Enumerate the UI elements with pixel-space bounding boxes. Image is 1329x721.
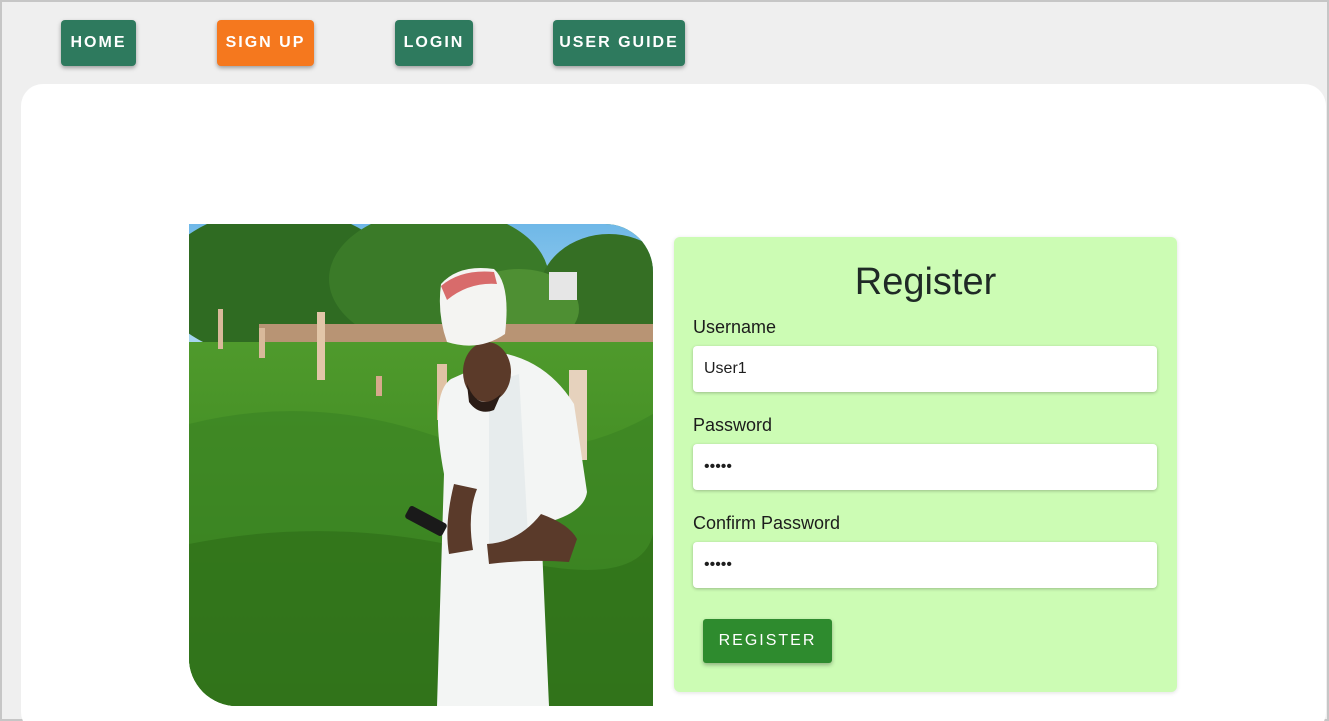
confirm-password-label: Confirm Password: [693, 513, 841, 533]
nav-login-button[interactable]: LOGIN: [395, 20, 473, 66]
register-button[interactable]: REGISTER: [703, 619, 832, 663]
farmer-photo: [189, 224, 653, 706]
register-form: Register Username User1 Password ••••• C…: [674, 237, 1177, 692]
username-input[interactable]: User1: [693, 346, 1157, 392]
password-label: Password: [693, 415, 773, 435]
confirm-password-input[interactable]: •••••: [693, 542, 1157, 588]
nav-home-button[interactable]: HOME: [61, 20, 136, 66]
navbar: HOME SIGN UP LOGIN USER GUIDE: [2, 2, 1327, 82]
farmer-photo-illustration: [189, 224, 653, 706]
nav-signup-button[interactable]: SIGN UP: [217, 20, 314, 66]
username-label: Username: [693, 317, 777, 337]
nav-user-guide-button[interactable]: USER GUIDE: [553, 20, 685, 66]
password-input[interactable]: •••••: [693, 444, 1157, 490]
register-title: Register: [854, 261, 997, 303]
browser-frame: HOME SIGN UP LOGIN USER GUIDE Register U…: [0, 0, 1329, 721]
